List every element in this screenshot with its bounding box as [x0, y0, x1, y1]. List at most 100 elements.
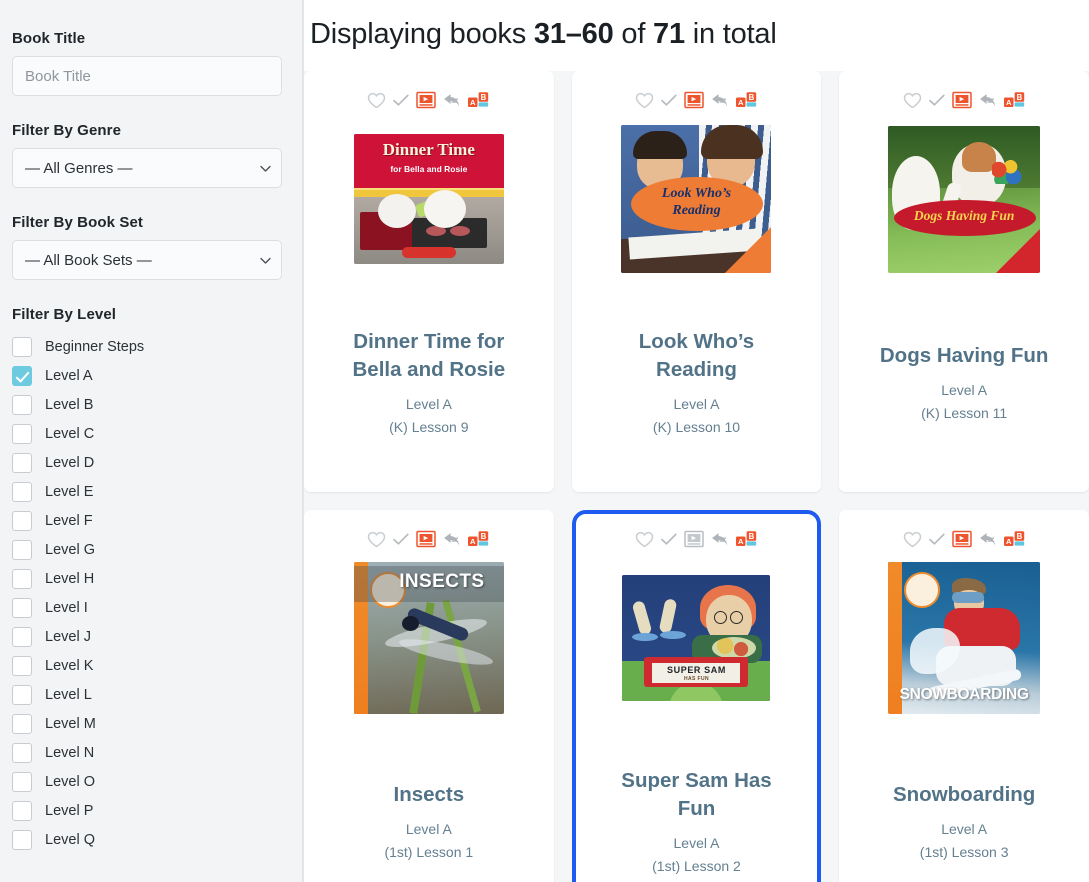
level-filter-row[interactable]: Level P — [12, 796, 282, 825]
video-icon[interactable] — [951, 91, 972, 109]
checkbox-checked-icon[interactable] — [12, 365, 32, 386]
book-action-icons: A B — [903, 528, 1026, 550]
book-cover[interactable]: Dinner Time for Bella and Rosie — [353, 123, 505, 275]
heart-icon[interactable] — [367, 92, 386, 109]
book-cover[interactable]: Look Who’s Reading — [620, 123, 772, 275]
book-title-input[interactable] — [12, 56, 282, 96]
check-icon[interactable] — [928, 531, 946, 547]
book-card[interactable]: A B INSECTS Insects Level A (1st) Lesson 1 — [304, 510, 554, 882]
book-card[interactable]: A B Dogs Having Fun Dogs Having Fun Level… — [839, 71, 1089, 492]
level-filter-row[interactable]: Level E — [12, 477, 282, 506]
book-cover[interactable]: SNOWBOARDING — [888, 562, 1041, 714]
checkbox-icon[interactable] — [12, 655, 32, 676]
heart-icon[interactable] — [367, 531, 386, 548]
checkbox-icon[interactable] — [12, 423, 32, 444]
checkbox-icon[interactable] — [12, 481, 32, 502]
ab-blocks-icon[interactable]: A B — [1003, 91, 1026, 109]
checkbox-icon[interactable] — [12, 771, 32, 792]
book-cover[interactable]: INSECTS — [353, 562, 505, 714]
level-filter-label: Level N — [45, 744, 95, 761]
checkbox-icon[interactable] — [12, 394, 32, 415]
level-filter-label: Level L — [45, 686, 92, 703]
level-filter-row[interactable]: Level C — [12, 419, 282, 448]
book-grid: A B Dinner Time for Bella and Rosie Dinn… — [304, 71, 1089, 882]
level-filter-label: Level F — [45, 512, 93, 529]
heart-icon[interactable] — [903, 92, 922, 109]
book-card-selected[interactable]: A B SUPER SAM HAS FUN Super Sam Has Fun … — [571, 510, 822, 882]
ab-blocks-icon[interactable]: A B — [735, 91, 758, 109]
video-icon[interactable] — [416, 530, 437, 548]
checkbox-icon[interactable] — [12, 597, 32, 618]
checkbox-icon[interactable] — [12, 684, 32, 705]
video-icon[interactable] — [684, 91, 704, 109]
level-filter-row[interactable]: Level D — [12, 448, 282, 477]
video-icon[interactable] — [951, 530, 972, 548]
level-filter-row[interactable]: Level O — [12, 767, 282, 796]
level-filter-row[interactable]: Level M — [12, 709, 282, 738]
heart-icon[interactable] — [635, 92, 654, 109]
ab-blocks-icon[interactable]: A B — [467, 91, 490, 109]
level-filter-row[interactable]: Level J — [12, 622, 282, 651]
level-filter-row[interactable]: Level F — [12, 506, 282, 535]
checkbox-icon[interactable] — [12, 568, 32, 589]
book-card[interactable]: A B Dinner Time for Bella and Rosie Dinn… — [304, 71, 554, 492]
genre-select[interactable]: — All Genres — — [12, 148, 282, 188]
ab-blocks-icon[interactable]: A B — [1003, 530, 1026, 548]
svg-text:B: B — [749, 532, 755, 541]
video-icon[interactable] — [684, 530, 704, 548]
books-main-panel: Displaying books 31–60 of 71 in total A … — [304, 0, 1089, 882]
share-arrow-icon[interactable] — [442, 92, 461, 109]
checkbox-icon[interactable] — [12, 713, 32, 734]
book-lesson: (1st) Lesson 1 — [384, 844, 474, 860]
checkbox-icon[interactable] — [12, 452, 32, 473]
checkbox-icon[interactable] — [12, 510, 32, 531]
share-arrow-icon[interactable] — [978, 531, 997, 548]
book-cover[interactable]: SUPER SAM HAS FUN — [620, 562, 772, 714]
book-title[interactable]: Snowboarding — [893, 781, 1035, 809]
book-title[interactable]: Super Sam Has Fun — [606, 767, 786, 823]
book-set-select[interactable]: — All Book Sets — — [12, 240, 282, 280]
check-icon[interactable] — [660, 92, 678, 108]
level-filter-row[interactable]: Level I — [12, 593, 282, 622]
checkbox-icon[interactable] — [12, 336, 32, 357]
checkbox-icon[interactable] — [12, 829, 32, 850]
level-filter-row[interactable]: Level A — [12, 361, 282, 390]
book-card[interactable]: A B SNOWBOARDING Snowboarding Level A (1st… — [839, 510, 1089, 882]
checkbox-icon[interactable] — [12, 626, 32, 647]
share-arrow-icon[interactable] — [442, 531, 461, 548]
share-arrow-icon[interactable] — [710, 92, 729, 109]
book-title[interactable]: Insects — [394, 781, 465, 809]
level-filter-label: Level P — [45, 802, 94, 819]
ab-blocks-icon[interactable]: A B — [467, 530, 490, 548]
check-icon[interactable] — [928, 92, 946, 108]
book-title[interactable]: Dogs Having Fun — [880, 342, 1049, 370]
book-card[interactable]: A B Look Who’s Reading Look Who’s Reading… — [571, 71, 822, 492]
book-title[interactable]: Dinner Time for Bella and Rosie — [339, 328, 519, 384]
check-icon[interactable] — [392, 92, 410, 108]
share-arrow-icon[interactable] — [710, 531, 729, 548]
check-icon[interactable] — [660, 531, 678, 547]
level-filter-row[interactable]: Level Q — [12, 825, 282, 854]
book-meta: Level A (K) Lesson 11 — [921, 379, 1007, 425]
level-filter-row[interactable]: Level K — [12, 651, 282, 680]
checkbox-icon[interactable] — [12, 800, 32, 821]
book-title[interactable]: Look Who’s Reading — [606, 328, 786, 384]
checkbox-icon[interactable] — [12, 539, 32, 560]
level-filter-row[interactable]: Level B — [12, 390, 282, 419]
level-filter-row[interactable]: Level L — [12, 680, 282, 709]
level-filter-row[interactable]: Beginner Steps — [12, 332, 282, 361]
level-filter-row[interactable]: Level H — [12, 564, 282, 593]
book-action-icons: A B — [635, 89, 758, 111]
level-filter-row[interactable]: Level N — [12, 738, 282, 767]
check-icon[interactable] — [392, 531, 410, 547]
heart-icon[interactable] — [635, 531, 654, 548]
video-icon[interactable] — [416, 91, 437, 109]
level-filter-row[interactable]: Level G — [12, 535, 282, 564]
checkbox-icon[interactable] — [12, 742, 32, 763]
book-cover[interactable]: Dogs Having Fun — [888, 123, 1041, 275]
svg-text:A: A — [1006, 98, 1012, 107]
heart-icon[interactable] — [903, 531, 922, 548]
share-arrow-icon[interactable] — [978, 92, 997, 109]
book-meta: Level A (1st) Lesson 3 — [920, 818, 1009, 864]
ab-blocks-icon[interactable]: A B — [735, 530, 758, 548]
